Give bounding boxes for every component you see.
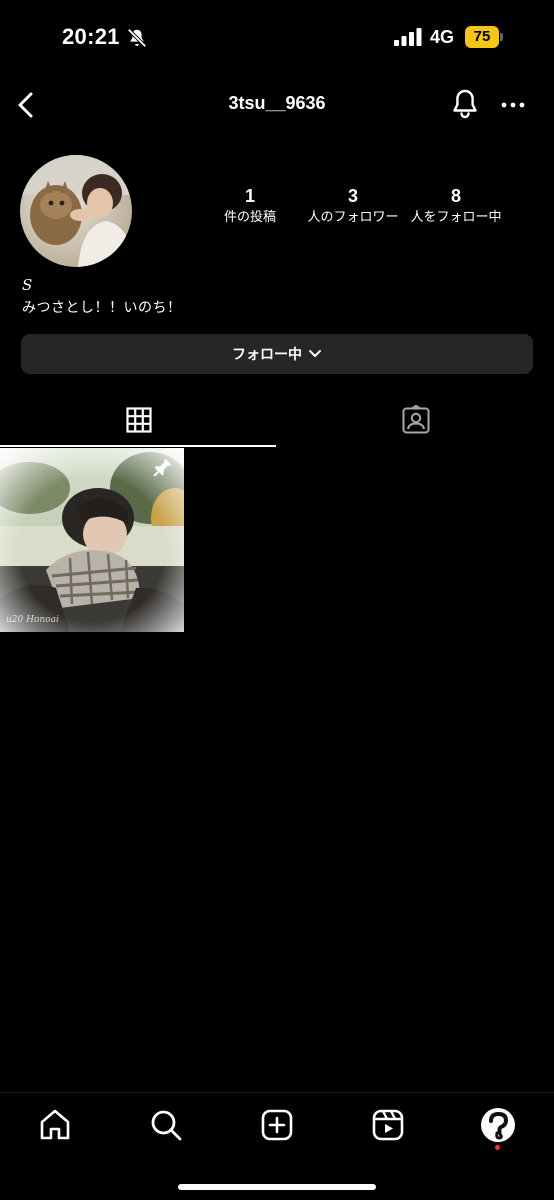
- avatar-photo: [20, 155, 132, 267]
- profile-avatar-icon[interactable]: [480, 1107, 516, 1143]
- following-button-label: フォロー中: [232, 346, 302, 362]
- stat-posts[interactable]: 1 件の投稿: [200, 184, 300, 226]
- active-tab-indicator: [0, 445, 276, 447]
- tab-posts-grid[interactable]: [0, 394, 277, 446]
- home-indicator: [178, 1184, 376, 1190]
- battery-icon: 75: [465, 26, 503, 48]
- profile-stats: 1 件の投稿 3 人のフォロワー 8 人をフォロー中: [200, 184, 524, 234]
- bio-name: S: [22, 276, 33, 294]
- battery-tip: [500, 33, 503, 41]
- tab-tagged[interactable]: [277, 394, 554, 446]
- stat-followers-count: 3: [347, 186, 358, 206]
- bell-slash-icon: [127, 28, 147, 48]
- following-button[interactable]: フォロー中: [21, 334, 533, 374]
- grid-icon: [125, 407, 152, 433]
- stat-followers-label: 人のフォロワー: [307, 209, 399, 224]
- stat-following-count: 8: [450, 186, 461, 206]
- home-icon[interactable]: [37, 1107, 73, 1143]
- status-bar: 20:21 4G 75: [0, 0, 554, 76]
- stat-posts-label: 件の投稿: [223, 209, 276, 224]
- profile-header: 3tsu__9636: [0, 80, 554, 130]
- search-icon[interactable]: [148, 1107, 184, 1143]
- stat-posts-count: 1: [244, 186, 255, 206]
- notification-dot: [495, 1145, 500, 1150]
- pin-icon: [153, 458, 172, 477]
- signal-icon: [394, 28, 422, 46]
- status-time: 20:21: [62, 24, 120, 49]
- tagged-person-icon: [402, 405, 429, 434]
- stat-following[interactable]: 8 人をフォロー中: [406, 184, 506, 226]
- reels-icon[interactable]: [370, 1107, 406, 1143]
- post-thumbnail[interactable]: u20 Honoai: [0, 448, 184, 632]
- profile-tabs: [0, 394, 554, 448]
- stat-followers[interactable]: 3 人のフォロワー: [303, 184, 403, 226]
- chevron-down-icon: [309, 350, 321, 357]
- profile-avatar[interactable]: [20, 155, 132, 267]
- battery-level: 75: [465, 26, 499, 48]
- plus-square-icon[interactable]: [259, 1107, 295, 1143]
- bell-icon[interactable]: [450, 88, 480, 120]
- post-watermark: u20 Honoai: [6, 615, 59, 625]
- more-horizontal-icon[interactable]: [498, 90, 528, 120]
- stat-following-label: 人をフォロー中: [410, 209, 502, 224]
- network-type: 4G: [430, 27, 455, 47]
- bio-text: みつさとし！！いのち！: [22, 299, 182, 315]
